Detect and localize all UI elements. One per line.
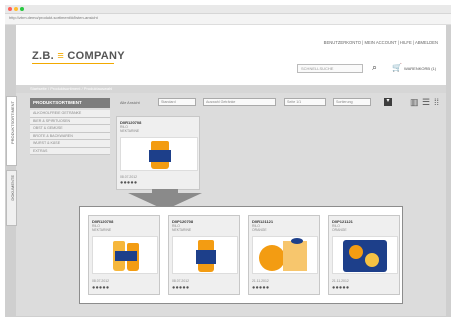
product-variant: NEKTARINE — [172, 228, 192, 232]
address-bar[interactable]: http://zbm.demo/produkt-sortiment/#/list… — [5, 14, 451, 25]
view-label: Alle Ansicht — [120, 101, 140, 105]
product-card[interactable]: D0R120708 RILO NEKTARINE 08.07.2012 ●●●●… — [116, 116, 200, 190]
sidebar-item[interactable]: OBST & GEMÜSE — [30, 125, 110, 133]
product-date: 08.07.2012 — [172, 279, 189, 283]
filter-select[interactable]: Auswahl Getränke — [203, 98, 276, 106]
product-image — [172, 236, 238, 274]
product-image — [252, 236, 318, 274]
product-meta: RILO ORANGE — [332, 224, 347, 232]
product-meta: RILO NEKTARINE — [172, 224, 191, 232]
zoom-overlay: D0R120708 RILO NEKTARINE 08.07.2012 ●●●●… — [79, 206, 403, 304]
search-input[interactable]: SCHNELLSUCHE — [297, 64, 363, 73]
list-view-icon[interactable]: ☰ — [422, 97, 430, 108]
minimize-window-icon[interactable] — [14, 7, 18, 11]
tab-produktsortiment[interactable]: PRODUKTSORTIMENT — [6, 96, 17, 166]
product-rating[interactable]: ●●●●● — [172, 285, 189, 291]
product-meta: RILO ORANGE — [252, 224, 267, 232]
product-rating[interactable]: ●●●●● — [252, 285, 269, 291]
product-variant: ORANGE — [252, 228, 267, 232]
product-date: 21.11.2012 — [332, 279, 349, 283]
product-meta: RILO NEKTARINE — [120, 125, 139, 133]
tab-produktsortiment-label: PRODUKTSORTIMENT — [10, 101, 15, 145]
product-card[interactable]: D0R120708 RILO NEKTARINE 08.07.2012 ●●●●… — [88, 215, 160, 295]
product-date: 21.11.2012 — [252, 279, 269, 283]
product-variant: NEKTARINE — [92, 228, 112, 232]
product-card[interactable]: D0P121121 RILO ORANGE 21.11.2012 ●●●●● — [328, 215, 400, 295]
orange-slice-icon — [365, 253, 379, 267]
tab-dokumente-label: DOKUMENTE — [10, 175, 15, 201]
sidebar-title: PRODUKTSORTIMENT — [30, 98, 110, 108]
product-image — [92, 236, 158, 274]
search-icon[interactable]: ⌕ — [372, 62, 377, 73]
product-meta: RILO NEKTARINE — [92, 224, 111, 232]
product-card[interactable]: D0R121121 RILO ORANGE 21.11.2012 ●●●●● — [248, 215, 320, 295]
logo-underline — [32, 63, 114, 64]
product-rating[interactable]: ●●●●● — [92, 285, 109, 291]
tile-view-icon[interactable]: ⁞⁞ — [434, 97, 439, 107]
sidebar-category-list: ALKOHOLFREIE GETRÄNKE BIER & SPIRITUOSEN… — [30, 110, 110, 155]
bottle-label-icon — [196, 250, 216, 264]
orange-fruit-icon — [259, 245, 285, 271]
sidebar-item[interactable]: EXTRAS — [30, 147, 110, 155]
sidebar-item[interactable]: ALKOHOLFREIE GETRÄNKE — [30, 110, 110, 118]
product-image — [120, 137, 198, 171]
sidebar-item[interactable]: BIER & SPIRITUOSEN — [30, 117, 110, 125]
company-logo[interactable]: Z.B. ≡ COMPANY — [32, 50, 125, 62]
logo-mark-icon: ≡ — [57, 50, 65, 62]
breadcrumb[interactable]: Startseite / Produktsortiment / Produkta… — [16, 85, 446, 93]
account-links[interactable]: BENUTZERKONTO | MEIN ACCOUNT | HILFE | A… — [324, 40, 438, 45]
product-variant: ORANGE — [332, 228, 347, 232]
sidebar-item[interactable]: BROTE & BACKWAREN — [30, 132, 110, 140]
logo-prefix: Z.B. — [32, 50, 54, 62]
product-image — [332, 236, 398, 274]
screenshot-frame: http://zbm.demo/produkt-sortiment/#/list… — [0, 0, 456, 322]
sort-select[interactable]: Sortierung — [333, 98, 371, 106]
sort-direction-button[interactable]: ▾ — [384, 98, 392, 106]
product-variant: NEKTARINE — [120, 129, 140, 133]
bottle-label-icon — [115, 251, 137, 261]
cart-icon[interactable]: 🛒 — [392, 63, 402, 72]
close-window-icon[interactable] — [8, 7, 12, 11]
view-select[interactable]: Standard — [158, 98, 196, 106]
page-select[interactable]: Seite 1/1 — [284, 98, 326, 106]
product-date: 08.07.2012 — [120, 175, 137, 179]
product-rating[interactable]: ●●●●● — [332, 285, 349, 291]
product-card[interactable]: D0P120708 RILO NEKTARINE 08.07.2012 ●●●●… — [168, 215, 240, 295]
brand-badge-icon — [291, 238, 303, 244]
juice-carton-icon — [283, 241, 307, 271]
cart-link[interactable]: WARENKORB (1) — [404, 66, 436, 71]
product-rating[interactable]: ●●●●● — [120, 180, 137, 186]
bottle-label-icon — [149, 150, 171, 162]
grid-view-icon[interactable]: ▥ — [410, 97, 419, 108]
logo-name: COMPANY — [67, 50, 125, 62]
address-bar-url: http://zbm.demo/produkt-sortiment/#/list… — [9, 15, 98, 20]
browser-titlebar — [5, 5, 451, 14]
tab-dokumente[interactable]: DOKUMENTE — [6, 170, 17, 226]
maximize-window-icon[interactable] — [20, 7, 24, 11]
product-date: 08.07.2012 — [92, 279, 109, 283]
sidebar-item[interactable]: WURST & KÄSE — [30, 140, 110, 148]
orange-slice-icon — [349, 245, 363, 259]
